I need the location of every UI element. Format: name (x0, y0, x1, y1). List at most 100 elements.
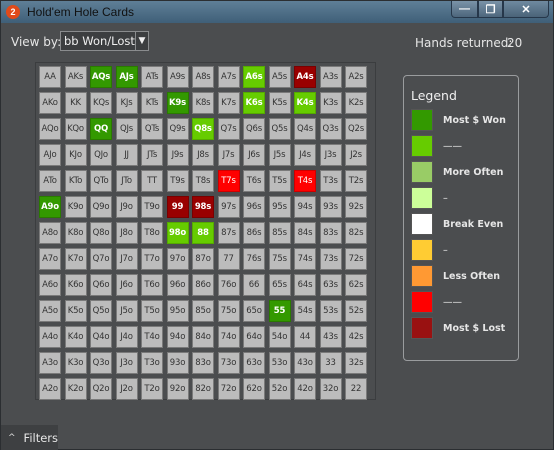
hand-cell[interactable]: Q8o (90, 222, 112, 244)
hand-cell[interactable]: QJs (115, 118, 138, 140)
minimize-button[interactable]: — (451, 1, 478, 18)
hand-cell[interactable]: 77 (217, 248, 240, 270)
hand-cell[interactable]: 83o (192, 352, 214, 374)
hand-cell[interactable]: T4s (294, 170, 316, 192)
hand-cell[interactable]: 75o (217, 300, 240, 322)
hand-cell[interactable]: JTs (141, 144, 163, 166)
hand-cell[interactable]: JTo (115, 170, 138, 192)
hand-cell[interactable]: 87o (192, 248, 214, 270)
hand-cell[interactable]: Q7o (90, 248, 112, 270)
hand-cell[interactable]: AKo (39, 92, 61, 114)
hand-cell[interactable]: 63s (319, 274, 342, 296)
hand-cell[interactable]: 33 (319, 352, 342, 374)
hand-cell[interactable]: K5s (268, 92, 291, 114)
hand-cell[interactable]: A3s (319, 66, 342, 88)
hand-cell[interactable]: 87s (217, 222, 240, 244)
hand-cell[interactable]: 72s (345, 248, 367, 270)
hand-cell[interactable]: T2o (141, 378, 163, 400)
hand-cell[interactable]: A9s (166, 66, 189, 88)
hand-cell[interactable]: 66 (243, 274, 265, 296)
hand-cell[interactable]: T3o (141, 352, 163, 374)
hand-cell[interactable]: KQo (64, 118, 87, 140)
filters-toggle[interactable]: ^ Filters (1, 425, 58, 450)
hand-cell[interactable]: 65s (268, 274, 291, 296)
hand-cell[interactable]: QJo (90, 144, 112, 166)
hand-cell[interactable]: 94o (166, 326, 189, 348)
hand-cell[interactable]: KQs (90, 92, 112, 114)
hand-cell[interactable]: T9s (166, 170, 189, 192)
hand-cell[interactable]: QTo (90, 170, 112, 192)
view-by-dropdown[interactable]: bb Won/Lost ▼ (60, 31, 149, 51)
hand-cell[interactable]: 99 (166, 196, 189, 218)
hand-cell[interactable]: J7s (217, 144, 240, 166)
hand-cell[interactable]: KJo (64, 144, 87, 166)
hand-cell[interactable]: 74s (294, 248, 316, 270)
hand-cell[interactable]: J4o (115, 326, 138, 348)
hand-cell[interactable]: A8o (39, 222, 61, 244)
hand-cell[interactable]: 44 (294, 326, 316, 348)
hand-cell[interactable]: 62o (243, 378, 265, 400)
hand-cell[interactable]: 84s (294, 222, 316, 244)
hand-cell[interactable]: J5o (115, 300, 138, 322)
hand-cell[interactable]: T6o (141, 274, 163, 296)
hand-cell[interactable]: J9o (115, 196, 138, 218)
hand-cell[interactable]: 88 (192, 222, 214, 244)
hand-cell[interactable]: ATo (39, 170, 61, 192)
hand-cell[interactable]: AQo (39, 118, 61, 140)
hand-cell[interactable]: 92s (345, 196, 367, 218)
hand-cell[interactable]: Q5s (268, 118, 291, 140)
hand-cell[interactable]: Q7s (217, 118, 240, 140)
hand-cell[interactable]: A6s (243, 66, 265, 88)
hand-cell[interactable]: 43o (294, 352, 316, 374)
hand-cell[interactable]: 54o (268, 326, 291, 348)
hand-cell[interactable]: Q2s (345, 118, 367, 140)
hand-cell[interactable]: 52s (345, 300, 367, 322)
dropdown-arrow-icon[interactable]: ▼ (134, 32, 148, 50)
hand-cell[interactable]: 72o (217, 378, 240, 400)
hand-cell[interactable]: 54s (294, 300, 316, 322)
hand-cell[interactable]: A4s (294, 66, 316, 88)
hand-cell[interactable]: KK (64, 92, 87, 114)
hand-cell[interactable]: TT (141, 170, 163, 192)
hand-cell[interactable]: KTo (64, 170, 87, 192)
hand-cell[interactable]: 53o (268, 352, 291, 374)
hand-cell[interactable]: Q5o (90, 300, 112, 322)
hand-cell[interactable]: T5s (268, 170, 291, 192)
hand-cell[interactable]: J2s (345, 144, 367, 166)
hand-cell[interactable]: Q6o (90, 274, 112, 296)
hand-cell[interactable]: J3s (319, 144, 342, 166)
hand-cell[interactable]: Q4s (294, 118, 316, 140)
hand-cell[interactable]: 32o (319, 378, 342, 400)
hand-cell[interactable]: AA (39, 66, 61, 88)
hand-cell[interactable]: J6s (243, 144, 265, 166)
hand-cell[interactable]: 76o (217, 274, 240, 296)
hand-cell[interactable]: K8s (192, 92, 214, 114)
hand-cell[interactable]: 93s (319, 196, 342, 218)
hand-cell[interactable]: J8s (192, 144, 214, 166)
hand-cell[interactable]: 95o (166, 300, 189, 322)
hand-cell[interactable]: QQ (90, 118, 112, 140)
hand-cell[interactable]: K9s (166, 92, 189, 114)
hand-cell[interactable]: 82o (192, 378, 214, 400)
hand-cell[interactable]: 42s (345, 326, 367, 348)
hand-cell[interactable]: JJ (115, 144, 138, 166)
hand-cell[interactable]: T6s (243, 170, 265, 192)
hand-cell[interactable]: T2s (345, 170, 367, 192)
hand-cell[interactable]: Q6s (243, 118, 265, 140)
title-bar[interactable]: 2 Hold'em Hole Cards — ❐ ✕ (1, 1, 553, 23)
hand-cell[interactable]: 97o (166, 248, 189, 270)
hand-cell[interactable]: AQs (90, 66, 112, 88)
hand-cell[interactable]: J9s (166, 144, 189, 166)
hand-cell[interactable]: J6o (115, 274, 138, 296)
hand-cell[interactable]: A9o (39, 196, 61, 218)
hand-cell[interactable]: A4o (39, 326, 61, 348)
hand-cell[interactable]: 43s (319, 326, 342, 348)
hand-cell[interactable]: 73s (319, 248, 342, 270)
hand-cell[interactable]: KJs (115, 92, 138, 114)
hand-cell[interactable]: J7o (115, 248, 138, 270)
hand-cell[interactable]: 94s (294, 196, 316, 218)
close-button[interactable]: ✕ (503, 1, 549, 18)
hand-cell[interactable]: 55 (268, 300, 291, 322)
hand-cell[interactable]: 64o (243, 326, 265, 348)
hand-cell[interactable]: 73o (217, 352, 240, 374)
